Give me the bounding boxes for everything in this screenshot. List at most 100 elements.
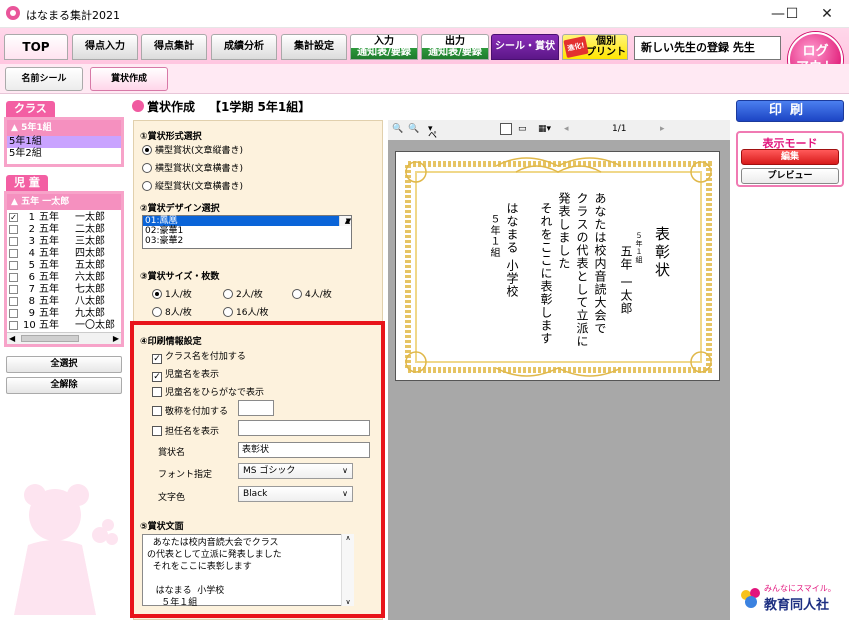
prev-page-icon[interactable]: ◂ — [564, 124, 569, 134]
multi-page-icon[interactable]: ▭ — [518, 124, 527, 134]
left-panel: クラス ▲ 5年1組 5年1組 5年2組 児 童 ▲ 五年 一太郎 ✓ 1 五年 一太… — [0, 95, 128, 620]
size-radio[interactable]: 4人/枚 — [292, 287, 332, 300]
flower-icon — [132, 100, 144, 112]
grid-view-icon[interactable]: ▦▾ — [538, 124, 551, 134]
student-row[interactable]: 8 五年 八太郎 — [7, 296, 121, 308]
student-row[interactable]: 6 五年 六太郎 — [7, 272, 121, 284]
right-panel: 印刷 表示モード 編集 プレビュー みんなにスマイル。 教育同人社 — [730, 95, 849, 620]
scroll-right-icon[interactable]: ▶ — [113, 333, 119, 344]
tab-settings[interactable]: 集計設定 — [281, 34, 347, 60]
panel-heading: 賞状作成 【1学期 5年1組】 — [132, 98, 310, 115]
student-name: 四太郎 — [75, 248, 105, 259]
student-grade: 五年 — [39, 320, 59, 331]
select-all-button[interactable]: 全選択 — [6, 356, 122, 373]
tab-top[interactable]: TOP — [4, 34, 68, 60]
preview-area: 表彰状 ５年１組 五年 一太郎 あなたは校内音読大会で クラスの代表として立派に… — [388, 140, 730, 620]
size-radio[interactable]: 2人/枚 — [223, 287, 263, 300]
edit-mode-button[interactable]: 編集 — [741, 149, 839, 165]
close-button[interactable]: ✕ — [812, 4, 842, 24]
student-name: 一太郎 — [75, 212, 105, 223]
checkbox-icon[interactable] — [9, 249, 18, 258]
scroll-thumb[interactable] — [21, 335, 79, 342]
subtab-award[interactable]: 賞状作成 — [90, 67, 168, 91]
class-header-label: 5年1組 — [21, 123, 52, 133]
design-item[interactable]: 01:鳳凰 — [143, 216, 351, 226]
checkbox-icon[interactable] — [9, 297, 18, 306]
tab-score-total[interactable]: 得点集計 — [141, 34, 207, 60]
zoom-out-icon[interactable]: 🔍 — [392, 124, 403, 134]
section-size: ③賞状サイズ・枚数 — [140, 272, 220, 282]
class-panel-title: クラス — [6, 101, 55, 117]
next-page-icon[interactable]: ▸ — [660, 124, 665, 134]
format-radio[interactable]: 横型賞状(文章横書き) — [142, 161, 243, 174]
tab-seal-award[interactable]: シール・賞状 — [491, 34, 559, 60]
size-radio[interactable]: 1人/枚 — [152, 287, 192, 300]
student-grade: 五年 — [39, 236, 59, 247]
student-grade: 五年 — [39, 248, 59, 259]
student-no: 9 — [28, 308, 35, 319]
award-page: 表彰状 ５年１組 五年 一太郎 あなたは校内音読大会で クラスの代表として立派に… — [395, 151, 720, 381]
checked-icon[interactable]: ✓ — [9, 213, 18, 222]
checkbox-icon[interactable] — [9, 225, 18, 234]
student-row[interactable]: 9 五年 九太郎 — [7, 308, 121, 320]
scroll-down-icon[interactable]: ▼ — [342, 216, 353, 226]
student-row[interactable]: 2 五年 二太郎 — [7, 224, 121, 236]
subtab-name-seal[interactable]: 名前シール — [5, 67, 83, 91]
student-name: 七太郎 — [75, 284, 105, 295]
design-item[interactable]: 02:豪華1 — [143, 226, 351, 236]
checkbox-icon[interactable] — [9, 273, 18, 282]
class-list: ▲ 5年1組 5年1組 5年2組 — [4, 117, 124, 167]
checkbox-icon[interactable] — [9, 261, 18, 270]
checkbox-icon[interactable] — [9, 321, 18, 330]
tab-report-output[interactable]: 出力 通知表/要録 — [421, 34, 489, 60]
page-fit-select[interactable]: ページ全体 ▾ — [428, 124, 437, 193]
horizontal-scrollbar[interactable]: ◀ ▶ — [7, 332, 121, 344]
student-header-label: 五年 一太郎 — [21, 197, 70, 207]
student-row[interactable]: 4 五年 四太郎 — [7, 248, 121, 260]
award-line: 発表しました — [557, 192, 571, 270]
class-item[interactable]: 5年2組 — [7, 148, 121, 160]
preview-panel: 🔍 🔍 ページ全体 ▾ ▭ ▦▾ ◂ 1/1 ▸ 表彰状 ５年１組 — [388, 95, 730, 620]
zoom-in-icon[interactable]: 🔍 — [408, 124, 419, 134]
print-button[interactable]: 印刷 — [736, 100, 844, 122]
student-grade: 五年 — [39, 272, 59, 283]
size-radio[interactable]: 8人/枚 — [152, 305, 192, 318]
student-row[interactable]: ✓ 1 五年 一太郎 — [7, 212, 121, 224]
tab-analysis[interactable]: 成績分析 — [211, 34, 277, 60]
single-page-icon[interactable] — [500, 123, 512, 135]
size-radio[interactable]: 16人/枚 — [223, 305, 269, 318]
design-listbox[interactable]: 01:鳳凰 02:豪華1 03:豪華2 ▲ ▼ — [142, 215, 352, 249]
maximize-button[interactable]: ☐ — [777, 4, 807, 24]
design-item[interactable]: 03:豪華2 — [143, 236, 351, 246]
tab-report-output-l2: 通知表/要録 — [428, 47, 482, 58]
tab-report-input[interactable]: 入力 通知表/要録 — [350, 34, 418, 60]
teacher-selector[interactable]: 新しい先生の登録 先生 — [634, 36, 781, 60]
format-radio[interactable]: 横型賞状(文章縦書き) — [142, 143, 243, 156]
preview-mode-button[interactable]: プレビュー — [741, 168, 839, 184]
student-row[interactable]: 5 五年 五太郎 — [7, 260, 121, 272]
student-name: 三太郎 — [75, 236, 105, 247]
design-scrollbar[interactable]: ▲ ▼ — [339, 216, 351, 226]
smile-logo-icon — [741, 588, 760, 608]
format-radio[interactable]: 縦型賞状(文章横書き) — [142, 179, 243, 192]
student-row[interactable]: 7 五年 七太郎 — [7, 284, 121, 296]
tab-individual-print[interactable]: 進化! 個別 プリント — [562, 34, 628, 60]
student-grade: 五年 — [39, 260, 59, 271]
student-no: 6 — [28, 272, 35, 283]
award-line: それをここに表彰します — [539, 202, 553, 345]
checkbox-icon[interactable] — [9, 285, 18, 294]
student-no: 10 — [23, 320, 36, 331]
checkbox-icon[interactable] — [9, 309, 18, 318]
size-label: 2人/枚 — [236, 290, 263, 300]
checkbox-icon[interactable] — [9, 237, 18, 246]
scroll-left-icon[interactable]: ◀ — [9, 333, 15, 344]
class-item[interactable]: 5年1組 — [7, 136, 121, 148]
radio-icon — [223, 289, 233, 299]
tab-score-input[interactable]: 得点入力 — [72, 34, 138, 60]
student-row[interactable]: 3 五年 三太郎 — [7, 236, 121, 248]
page-count: 1/1 — [612, 124, 627, 134]
deselect-all-button[interactable]: 全解除 — [6, 377, 122, 394]
student-row[interactable]: 10 五年 一〇太郎 — [7, 320, 121, 332]
highlight-frame — [130, 321, 385, 618]
student-grade: 五年 — [39, 308, 59, 319]
